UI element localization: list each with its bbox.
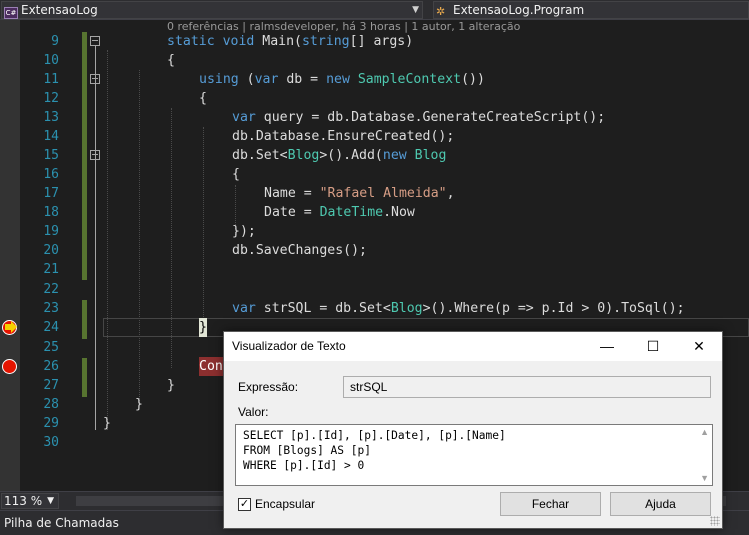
code-line: 13 var query = db.Database.GenerateCreat… bbox=[0, 108, 749, 127]
class-name: ExtensaoLog.Program bbox=[453, 3, 585, 17]
line-number: 20 bbox=[43, 243, 59, 258]
collapse-icon[interactable] bbox=[90, 150, 100, 160]
line-number: 10 bbox=[43, 53, 59, 68]
scroll-up-icon[interactable]: ▲ bbox=[700, 427, 709, 437]
line-number: 14 bbox=[43, 129, 59, 144]
minimize-button[interactable]: — bbox=[584, 332, 630, 361]
value-textarea[interactable]: SELECT [p].[Id], [p].[Date], [p].[Name] F… bbox=[235, 424, 713, 486]
value-label: Valor: bbox=[238, 405, 269, 419]
code-line: 20 db.SaveChanges(); bbox=[0, 241, 749, 260]
project-dropdown[interactable]: C# ExtensaoLog ▼ bbox=[1, 1, 423, 19]
code-line: 9 static void Main(string[] args) bbox=[0, 32, 749, 51]
line-number: 25 bbox=[43, 340, 59, 355]
navigation-bar: C# ExtensaoLog ▼ ✲ ExtensaoLog.Program bbox=[0, 0, 749, 20]
line-number: 17 bbox=[43, 186, 59, 201]
wrap-label[interactable]: Encapsular bbox=[255, 497, 315, 511]
project-name: ExtensaoLog bbox=[21, 3, 98, 17]
zoom-dropdown[interactable]: 113 % ▼ bbox=[1, 493, 59, 509]
zoom-level: 113 % bbox=[4, 494, 43, 508]
help-button[interactable]: Ajuda bbox=[610, 492, 711, 516]
code-line: 22 bbox=[0, 280, 749, 299]
class-icon: ✲ bbox=[436, 5, 446, 18]
value-text: SELECT [p].[Id], [p].[Date], [p].[Name] F… bbox=[243, 429, 506, 472]
expression-label: Expressão: bbox=[238, 380, 299, 394]
dialog-body: Expressão: strSQL Valor: SELECT [p].[Id]… bbox=[224, 361, 722, 528]
code-line: 18 Date = DateTime.Now bbox=[0, 203, 749, 222]
class-dropdown[interactable]: ✲ ExtensaoLog.Program bbox=[433, 1, 749, 19]
code-line: 12 { bbox=[0, 89, 749, 108]
close-window-button[interactable]: ✕ bbox=[676, 332, 722, 361]
line-number: 18 bbox=[43, 205, 59, 220]
breakpoint-current-icon[interactable] bbox=[2, 320, 17, 335]
code-line: 10 { bbox=[0, 51, 749, 70]
line-number: 23 bbox=[43, 301, 59, 316]
code-line: 11 using (var db = new SampleContext()) bbox=[0, 70, 749, 89]
code-line: 21 bbox=[0, 260, 749, 279]
line-number: 21 bbox=[43, 262, 59, 277]
expression-field[interactable]: strSQL bbox=[343, 376, 711, 398]
code-line: 17 Name = "Rafael Almeida", bbox=[0, 184, 749, 203]
line-number: 27 bbox=[43, 378, 59, 393]
csharp-project-icon: C# bbox=[4, 7, 18, 19]
collapse-icon[interactable] bbox=[90, 36, 100, 46]
code-line: 15 db.Set<Blog>().Add(new Blog bbox=[0, 146, 749, 165]
text-visualizer-dialog: Visualizador de Texto — ☐ ✕ Expressão: s… bbox=[223, 331, 723, 529]
line-number: 29 bbox=[43, 416, 59, 431]
line-number: 16 bbox=[43, 167, 59, 182]
line-number: 9 bbox=[51, 34, 59, 49]
line-number: 28 bbox=[43, 397, 59, 412]
line-number: 11 bbox=[43, 72, 59, 87]
line-number: 24 bbox=[43, 320, 59, 335]
dialog-title: Visualizador de Texto bbox=[232, 339, 346, 353]
code-line: 23 var strSQL = db.Set<Blog>().Where(p =… bbox=[0, 299, 749, 318]
code-line: 16 { bbox=[0, 165, 749, 184]
code-line: 14 db.Database.EnsureCreated(); bbox=[0, 127, 749, 146]
line-number: 19 bbox=[43, 224, 59, 239]
line-number: 13 bbox=[43, 110, 59, 125]
collapse-icon[interactable] bbox=[90, 74, 100, 84]
line-number: 15 bbox=[43, 148, 59, 163]
line-number: 26 bbox=[43, 359, 59, 374]
maximize-button[interactable]: ☐ bbox=[630, 332, 676, 361]
close-button[interactable]: Fechar bbox=[500, 492, 601, 516]
chevron-down-icon: ▼ bbox=[412, 5, 419, 15]
resize-grip-icon[interactable] bbox=[710, 516, 720, 526]
breakpoint-icon[interactable] bbox=[2, 359, 17, 374]
wrap-checkbox[interactable]: ✓ bbox=[238, 498, 251, 511]
chevron-down-icon: ▼ bbox=[47, 496, 54, 506]
line-number: 12 bbox=[43, 91, 59, 106]
line-number: 30 bbox=[43, 435, 59, 450]
line-number: 22 bbox=[43, 282, 59, 297]
scroll-down-icon[interactable]: ▼ bbox=[700, 473, 709, 483]
dialog-titlebar[interactable]: Visualizador de Texto — ☐ ✕ bbox=[224, 332, 722, 361]
code-line: 19 }); bbox=[0, 222, 749, 241]
